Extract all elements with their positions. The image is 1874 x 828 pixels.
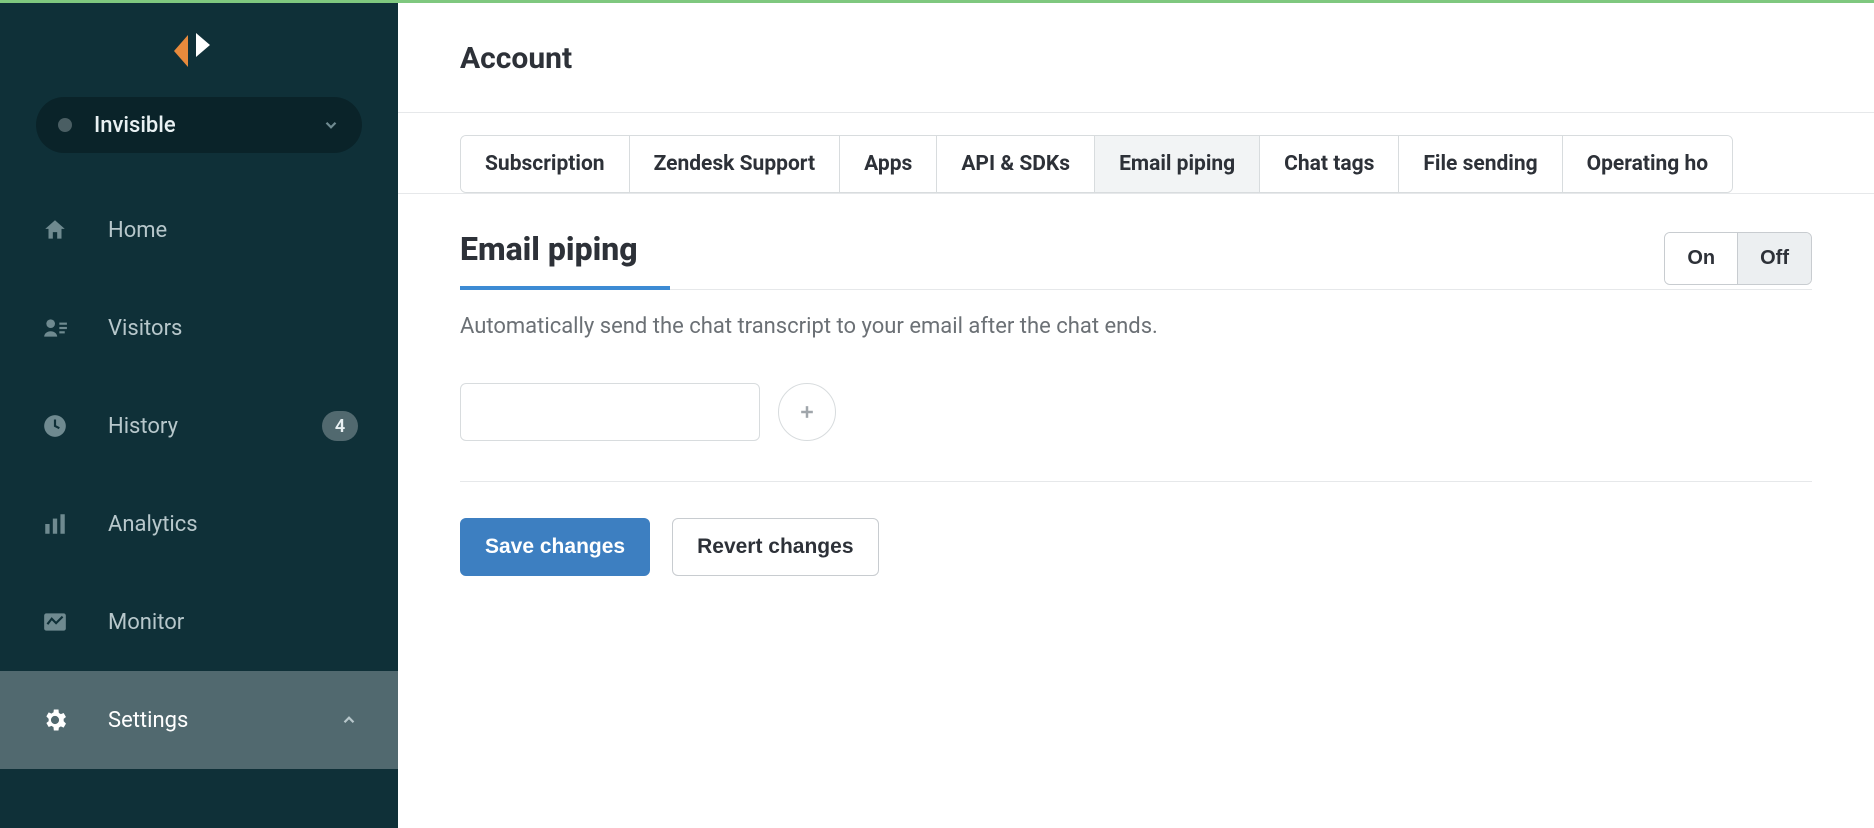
chevron-up-icon [340, 711, 358, 729]
status-dot-icon [58, 118, 72, 132]
sidebar: Invisible Home Visitors History 4 [0, 3, 398, 828]
revert-button[interactable]: Revert changes [672, 518, 878, 576]
logo-icon [172, 33, 226, 69]
app-logo [0, 3, 398, 97]
main-content: Account Subscription Zendesk Support App… [398, 3, 1874, 828]
section-head: Email piping On Off [460, 230, 1812, 290]
section-title-wrap: Email piping [460, 230, 1664, 289]
bar-chart-icon [40, 511, 70, 537]
sidebar-item-settings[interactable]: Settings [0, 671, 398, 769]
sidebar-item-analytics[interactable]: Analytics [0, 475, 398, 573]
sidebar-item-label: Monitor [108, 610, 184, 635]
email-piping-section: Email piping On Off Automatically send t… [398, 194, 1874, 612]
page-header: Account [398, 3, 1874, 113]
tab-apps[interactable]: Apps [840, 136, 937, 192]
section-title: Email piping [460, 230, 670, 290]
toggle-on-button[interactable]: On [1665, 233, 1737, 284]
tab-file-sending[interactable]: File sending [1399, 136, 1562, 192]
plus-icon [797, 402, 817, 422]
sidebar-item-home[interactable]: Home [0, 181, 398, 279]
add-email-button[interactable] [778, 383, 836, 441]
chevron-down-icon [322, 116, 340, 134]
email-piping-toggle: On Off [1664, 232, 1812, 285]
gear-icon [40, 706, 70, 734]
tab-chat-tags[interactable]: Chat tags [1260, 136, 1399, 192]
sidebar-nav: Home Visitors History 4 Analytics Moni [0, 181, 398, 769]
sidebar-item-label: History [108, 414, 178, 439]
tab-operating-hours[interactable]: Operating ho [1563, 136, 1733, 192]
status-selector[interactable]: Invisible [36, 97, 362, 153]
save-button[interactable]: Save changes [460, 518, 650, 576]
tab-subscription[interactable]: Subscription [461, 136, 630, 192]
section-description: Automatically send the chat transcript t… [460, 314, 1812, 339]
tab-zendesk-support[interactable]: Zendesk Support [630, 136, 841, 192]
sidebar-item-label: Analytics [108, 512, 198, 537]
clock-icon [40, 413, 70, 439]
sidebar-item-history[interactable]: History 4 [0, 377, 398, 475]
toggle-off-button[interactable]: Off [1737, 233, 1811, 284]
sidebar-item-label: Settings [108, 708, 188, 733]
tabs-row: Subscription Zendesk Support Apps API & … [398, 113, 1874, 194]
email-input[interactable] [460, 383, 760, 441]
tab-api-sdks[interactable]: API & SDKs [937, 136, 1095, 192]
sidebar-item-label: Home [108, 218, 167, 243]
home-icon [40, 217, 70, 243]
tab-strip: Subscription Zendesk Support Apps API & … [460, 135, 1733, 193]
tab-email-piping[interactable]: Email piping [1095, 136, 1260, 192]
sidebar-item-label: Visitors [108, 316, 182, 341]
history-badge: 4 [322, 411, 358, 441]
activity-icon [40, 609, 70, 635]
sidebar-item-visitors[interactable]: Visitors [0, 279, 398, 377]
page-title: Account [460, 41, 1812, 76]
status-label: Invisible [94, 113, 322, 138]
actions-row: Save changes Revert changes [460, 518, 1812, 576]
visitors-icon [40, 315, 70, 341]
sidebar-item-monitor[interactable]: Monitor [0, 573, 398, 671]
email-row [460, 383, 1812, 482]
